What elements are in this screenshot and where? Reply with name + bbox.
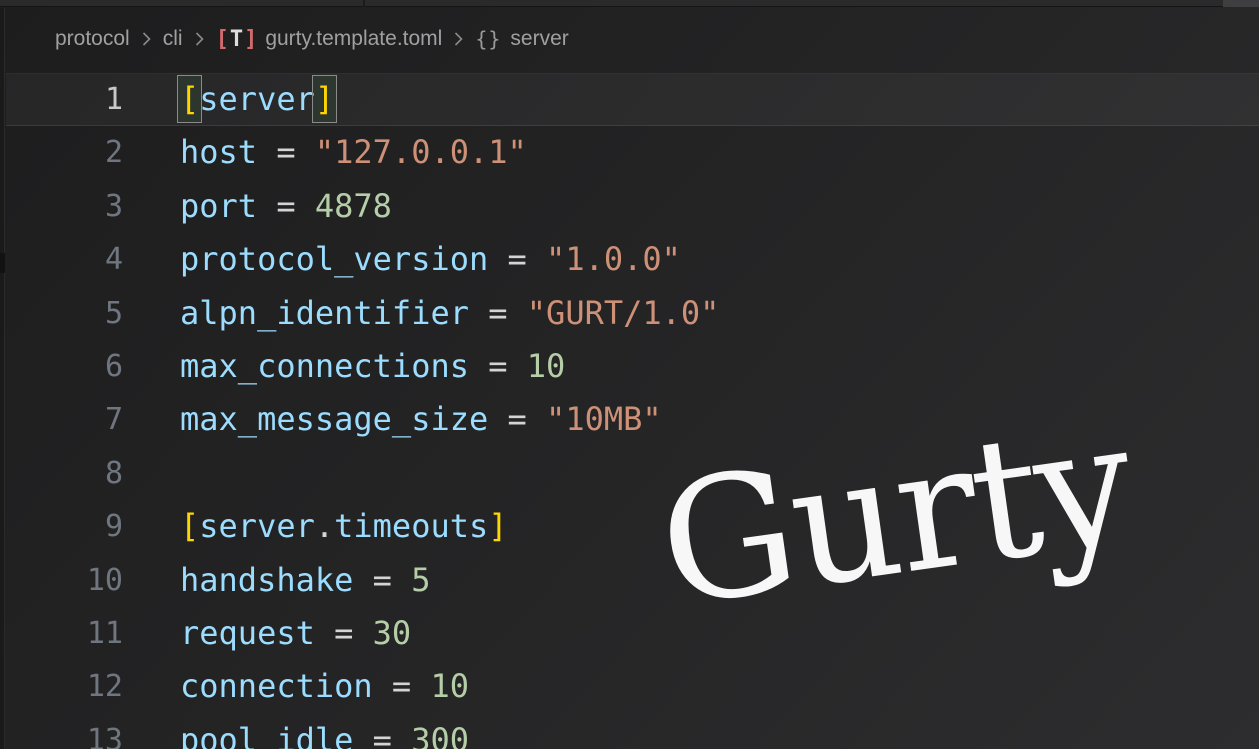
code-line[interactable]: 3 port = 4878 (6, 180, 1259, 233)
code-line[interactable]: 2 host = "127.0.0.1" (6, 126, 1259, 179)
breadcrumb-item-file[interactable]: gurty.template.toml (265, 27, 442, 51)
left-edge-strip (0, 8, 5, 749)
code-line[interactable]: 10 handshake = 5 (6, 554, 1259, 607)
code-token: timeouts (334, 507, 488, 545)
breadcrumb-item-protocol[interactable]: protocol (55, 27, 130, 51)
code-line[interactable]: 4 protocol_version = "1.0.0" (6, 233, 1259, 286)
code-token: [ (180, 507, 199, 545)
code-token: = (353, 721, 411, 749)
code-token: connection (180, 667, 373, 705)
code-line[interactable]: 7 max_message_size = "10MB" (6, 393, 1259, 446)
code-token-bracket-matched: ] (313, 76, 336, 122)
code-token: = (488, 240, 546, 278)
code-token-bracket-matched: [ (178, 76, 201, 122)
left-strip-notch (0, 253, 5, 273)
code-line[interactable]: 8 (6, 447, 1259, 500)
code-token: 30 (373, 614, 412, 652)
line-number[interactable]: 12 (6, 660, 123, 713)
code-line-text[interactable]: alpn_identifier = "GURT/1.0" (180, 287, 719, 340)
code-token: server (199, 80, 315, 118)
code-token: = (469, 294, 527, 332)
code-line-text[interactable]: port = 4878 (180, 180, 392, 233)
code-line[interactable]: 12 connection = 10 (6, 660, 1259, 713)
code-line[interactable]: 13 pool_idle = 300 (6, 714, 1259, 749)
code-line-text[interactable]: [server] (180, 73, 334, 126)
line-number[interactable]: 2 (6, 126, 123, 179)
tab-strip-highlight (1223, 0, 1259, 7)
code-line-text[interactable]: host = "127.0.0.1" (180, 126, 527, 179)
code-line-current[interactable]: 1 [server] (6, 73, 1259, 126)
code-token: server (199, 507, 315, 545)
toml-icon-letter: T (228, 27, 244, 52)
code-token: "1.0.0" (546, 240, 681, 278)
line-number[interactable]: 13 (6, 714, 123, 749)
breadcrumb-item-cli[interactable]: cli (163, 27, 183, 51)
code-line-text[interactable]: max_message_size = "10MB" (180, 393, 662, 446)
code-token: 5 (411, 561, 430, 599)
code-token: port (180, 187, 257, 225)
code-token: 4878 (315, 187, 392, 225)
code-token: = (488, 400, 546, 438)
line-number[interactable]: 3 (6, 180, 123, 233)
code-token: ] (488, 507, 507, 545)
line-number[interactable]: 7 (6, 393, 123, 446)
symbol-braces-icon: {} (475, 27, 501, 51)
code-token: 300 (411, 721, 469, 749)
code-token: host (180, 133, 257, 171)
code-line-text[interactable]: protocol_version = "1.0.0" (180, 233, 681, 286)
code-token: = (469, 347, 527, 385)
chevron-right-icon (140, 29, 153, 49)
line-number[interactable]: 5 (6, 287, 123, 340)
code-token: "GURT/1.0" (527, 294, 720, 332)
code-token: = (257, 133, 315, 171)
line-number[interactable]: 9 (6, 500, 123, 553)
line-number[interactable]: 11 (6, 607, 123, 660)
code-line-text[interactable]: request = 30 (180, 607, 411, 660)
code-editor[interactable]: 1[server]2host = "127.0.0.1"3port = 4878… (6, 73, 1259, 749)
code-token: = (257, 187, 315, 225)
vscode-window: protocolcli[T]gurty.template.toml{}serve… (0, 0, 1259, 749)
toml-icon-left-bracket: [ (216, 27, 228, 52)
toml-icon-right-bracket: ] (244, 27, 256, 52)
code-token: "10MB" (546, 400, 662, 438)
code-token: = (353, 561, 411, 599)
code-token: 10 (527, 347, 566, 385)
code-line-text[interactable]: handshake = 5 (180, 554, 430, 607)
code-token: alpn_identifier (180, 294, 469, 332)
code-token: "127.0.0.1" (315, 133, 527, 171)
toml-file-icon: [T] (216, 27, 257, 52)
code-line-text[interactable]: pool_idle = 300 (180, 714, 469, 749)
line-number[interactable]: 6 (6, 340, 123, 393)
line-number[interactable]: 1 (6, 73, 123, 126)
code-line-text[interactable]: max_connections = 10 (180, 340, 565, 393)
code-line[interactable]: 11 request = 30 (6, 607, 1259, 660)
code-token: request (180, 614, 315, 652)
code-token: = (315, 614, 373, 652)
line-number[interactable]: 4 (6, 233, 123, 286)
code-token: protocol_version (180, 240, 488, 278)
code-token: . (315, 507, 334, 545)
breadcrumb-item-symbol[interactable]: server (510, 27, 568, 51)
code-line[interactable]: 5 alpn_identifier = "GURT/1.0" (6, 287, 1259, 340)
line-number[interactable]: 10 (6, 554, 123, 607)
code-line[interactable]: 6 max_connections = 10 (6, 340, 1259, 393)
code-line-text[interactable]: [server.timeouts] (180, 500, 508, 553)
tab-divider (363, 0, 365, 7)
chevron-right-icon (193, 29, 206, 49)
line-number[interactable]: 8 (6, 447, 123, 500)
code-token: max_connections (180, 347, 469, 385)
code-token: pool_idle (180, 721, 353, 749)
code-token: 10 (430, 667, 469, 705)
code-line[interactable]: 9 [server.timeouts] (6, 500, 1259, 553)
breadcrumb: protocol cli [T] gurty.template.toml {} serve… (55, 8, 1259, 70)
code-token: max_message_size (180, 400, 488, 438)
code-token: = (373, 667, 431, 705)
code-line-text[interactable]: connection = 10 (180, 660, 469, 713)
tab-strip (0, 0, 1259, 7)
code-token: handshake (180, 561, 353, 599)
chevron-right-icon (452, 29, 465, 49)
